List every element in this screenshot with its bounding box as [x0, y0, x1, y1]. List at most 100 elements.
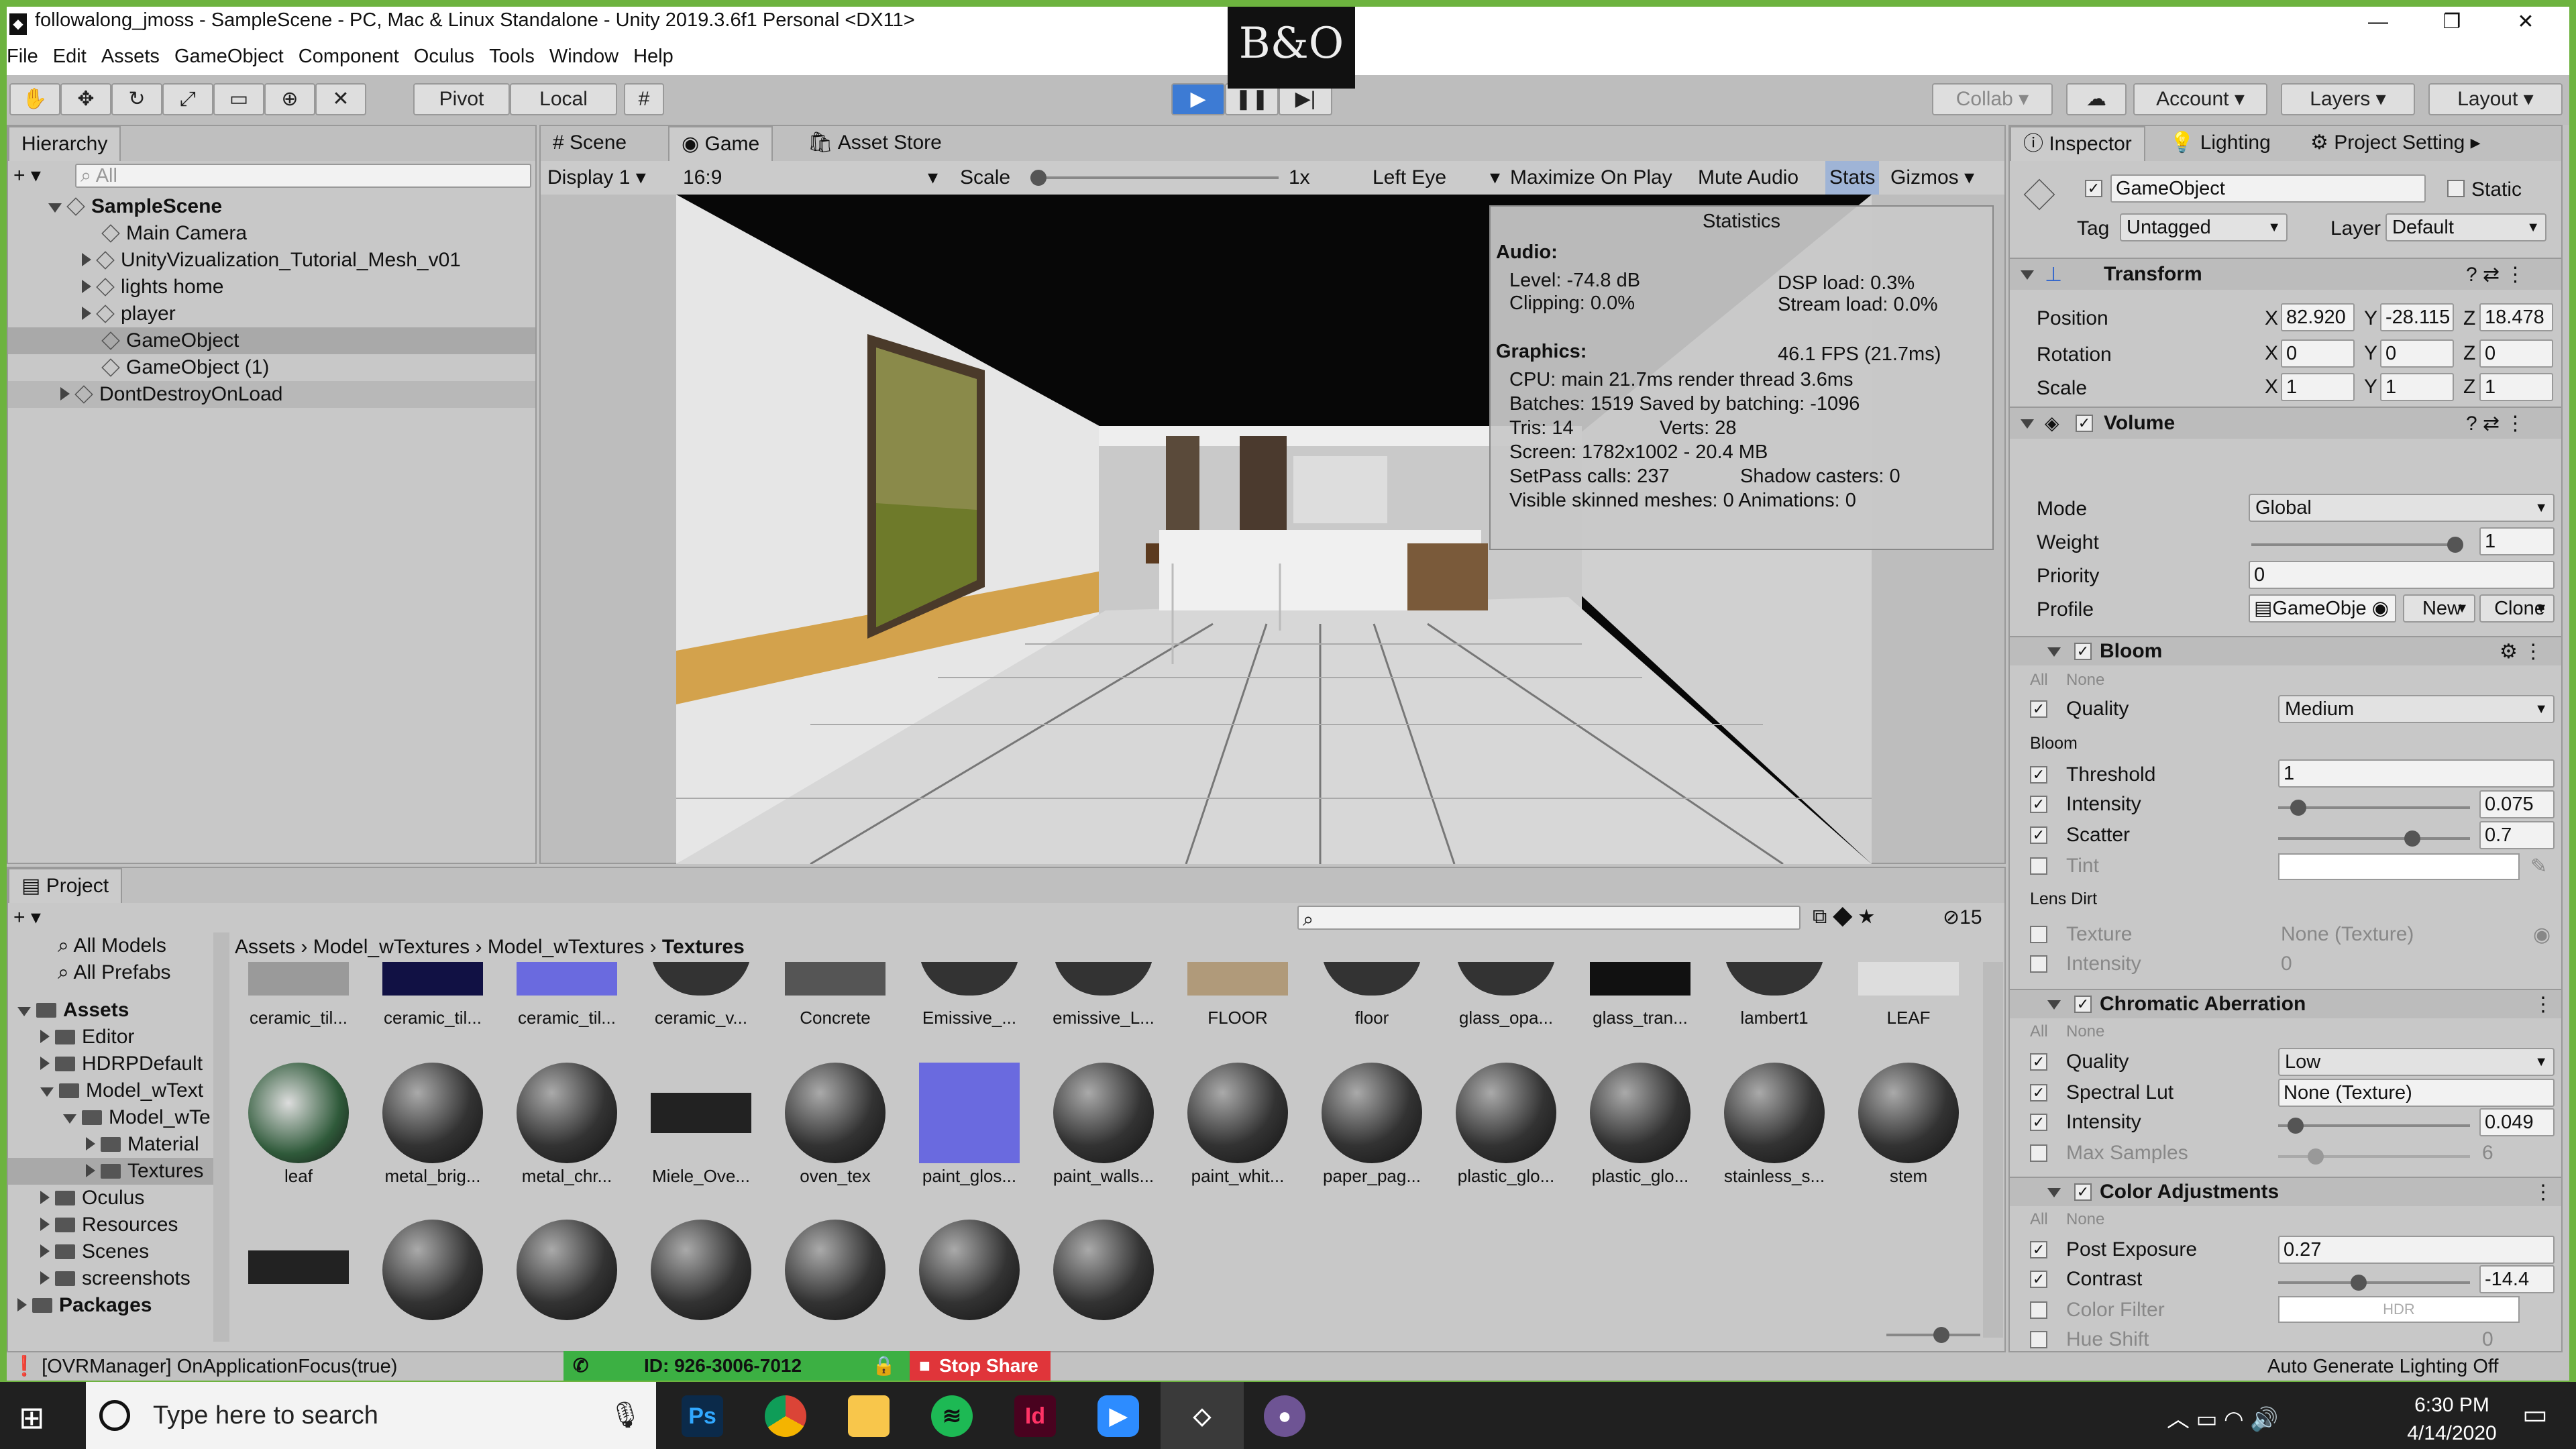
chromatic-intensity-knob[interactable]: [2288, 1118, 2304, 1134]
thumbnail-size-slider[interactable]: [1886, 1327, 1980, 1343]
hierarchy-item-selected[interactable]: GameObject: [8, 327, 535, 354]
help-icon[interactable]: ? ⇄ ⋮: [2466, 412, 2526, 435]
max-samples-checkbox[interactable]: [2030, 1144, 2047, 1162]
bloom-header[interactable]: ✓ Bloom ⚙ ⋮: [2010, 636, 2561, 665]
grid-snap-icon[interactable]: #: [624, 83, 664, 115]
collapse-icon[interactable]: [2047, 1188, 2061, 1197]
chromatic-intensity-checkbox[interactable]: ✓: [2030, 1114, 2047, 1131]
tint-color-field[interactable]: [2278, 853, 2520, 880]
scatter-checkbox[interactable]: ✓: [2030, 826, 2047, 844]
expand-icon[interactable]: [48, 203, 62, 213]
chromatic-intensity-field[interactable]: 0.049: [2479, 1108, 2555, 1136]
new-profile-button[interactable]: New: [2403, 594, 2475, 623]
account-dropdown[interactable]: Account ▾: [2133, 83, 2267, 115]
intensity-checkbox[interactable]: ✓: [2030, 796, 2047, 813]
asset-thumbnail[interactable]: [785, 1063, 885, 1163]
asset-thumbnail[interactable]: [1322, 1063, 1422, 1163]
hierarchy-item[interactable]: UnityVizualization_Tutorial_Mesh_v01: [8, 247, 461, 274]
position-y-field[interactable]: -28.115: [2380, 303, 2454, 331]
asset-thumbnail[interactable]: [382, 1220, 483, 1320]
asset-name[interactable]: Emissive_...: [906, 1008, 1033, 1028]
asset-name[interactable]: plastic_glo...: [1442, 1166, 1570, 1187]
tray-icons[interactable]: ︿ ▭ ◠ 🔊: [2167, 1401, 2278, 1434]
cloud-icon[interactable]: ☁: [2066, 83, 2127, 115]
none-toggle[interactable]: None: [2066, 671, 2104, 690]
asset-thumbnail[interactable]: [651, 962, 751, 996]
expand-icon[interactable]: [40, 1244, 50, 1258]
menu-edit[interactable]: Edit: [53, 42, 87, 68]
color-adjust-header[interactable]: ✓ Color Adjustments ⋮: [2010, 1177, 2561, 1206]
tree-item[interactable]: Model_wTe: [8, 1104, 213, 1131]
asset-thumbnail[interactable]: [919, 962, 1020, 996]
asset-name[interactable]: plastic_glo...: [1576, 1166, 1704, 1187]
asset-thumbnail[interactable]: [1187, 1063, 1288, 1163]
asset-thumbnail[interactable]: [382, 1063, 483, 1163]
more-icon[interactable]: ⋮: [2533, 993, 2553, 1016]
asset-name[interactable]: metal_brig...: [369, 1166, 496, 1187]
asset-thumbnail[interactable]: [651, 1220, 751, 1320]
contrast-checkbox[interactable]: ✓: [2030, 1271, 2047, 1288]
rotation-z-field[interactable]: 0: [2479, 339, 2553, 368]
hand-tool-icon[interactable]: ✋: [9, 83, 60, 115]
rotate-tool-icon[interactable]: ↻: [111, 83, 162, 115]
asset-thumbnail[interactable]: [1858, 962, 1959, 996]
scale-slider-knob[interactable]: [1030, 170, 1046, 186]
object-picker-icon[interactable]: ◉: [2533, 923, 2551, 947]
asset-name[interactable]: LEAF: [1845, 1008, 1972, 1028]
tab-lighting[interactable]: 💡 Lighting: [2157, 126, 2283, 161]
asset-thumbnail[interactable]: [248, 1250, 349, 1284]
asset-name[interactable]: lambert1: [1711, 1008, 1838, 1028]
expand-icon[interactable]: [86, 1164, 95, 1177]
all-toggle[interactable]: All: [2030, 1210, 2048, 1229]
expand-icon[interactable]: [86, 1137, 95, 1150]
fav-all-prefabs[interactable]: ⌕ All Prefabs: [8, 959, 171, 986]
asset-name[interactable]: FLOOR: [1174, 1008, 1301, 1028]
asset-thumbnail[interactable]: [1053, 1063, 1154, 1163]
asset-name[interactable]: paint_whit...: [1174, 1166, 1301, 1187]
name-field[interactable]: GameObject: [2110, 174, 2426, 203]
asset-name[interactable]: ceramic_til...: [369, 1008, 496, 1028]
aspect-dropdown[interactable]: 16:9 ▾: [683, 161, 945, 195]
tree-item[interactable]: Resources: [8, 1212, 213, 1238]
menu-gameobject[interactable]: GameObject: [174, 42, 284, 68]
expand-icon[interactable]: [40, 1057, 50, 1070]
thumbnail-size-knob[interactable]: [1933, 1327, 1949, 1343]
collapse-icon[interactable]: [2047, 1000, 2061, 1010]
rect-tool-icon[interactable]: ▭: [213, 83, 264, 115]
tab-scene[interactable]: # Scene: [541, 126, 639, 161]
photoshop-icon[interactable]: Ps: [682, 1395, 723, 1437]
dontdestroy-row[interactable]: DontDestroyOnLoad: [8, 381, 535, 408]
position-z-field[interactable]: 18.478: [2479, 303, 2553, 331]
static-checkbox[interactable]: [2447, 180, 2465, 197]
tab-project[interactable]: ▤ Project: [8, 868, 123, 903]
asset-name[interactable]: emissive_L...: [1040, 1008, 1167, 1028]
expand-icon[interactable]: [82, 307, 91, 320]
threshold-checkbox[interactable]: ✓: [2030, 766, 2047, 784]
scale-slider[interactable]: [1030, 170, 1279, 186]
scene-row[interactable]: SampleScene: [8, 193, 535, 220]
quality-checkbox[interactable]: ✓: [2030, 700, 2047, 718]
chromatic-quality-dropdown[interactable]: Low: [2278, 1048, 2555, 1076]
bloom-intensity-slider[interactable]: [2278, 800, 2470, 816]
asset-thumbnail[interactable]: [1590, 1063, 1690, 1163]
weight-field[interactable]: 1: [2479, 527, 2555, 555]
dirt-intensity-field[interactable]: 0: [2281, 953, 2292, 975]
asset-thumbnail[interactable]: [1590, 962, 1690, 996]
none-toggle[interactable]: None: [2066, 1022, 2104, 1041]
hue-shift-checkbox[interactable]: [2030, 1331, 2047, 1348]
expand-icon[interactable]: [40, 1030, 50, 1043]
scatter-slider[interactable]: [2278, 830, 2470, 847]
tree-item[interactable]: Textures: [8, 1158, 213, 1185]
scale-x-field[interactable]: 1: [2281, 373, 2355, 401]
mute-audio-toggle[interactable]: Mute Audio: [1698, 161, 1799, 195]
crumb-textures[interactable]: Textures: [662, 936, 745, 958]
grid-scrollbar[interactable]: [1983, 962, 2003, 1338]
none-toggle[interactable]: None: [2066, 1210, 2104, 1229]
asset-thumbnail[interactable]: [651, 1093, 751, 1133]
scatter-knob[interactable]: [2404, 830, 2420, 847]
tree-item[interactable]: Material: [8, 1131, 213, 1158]
help-icon[interactable]: ? ⇄ ⋮: [2466, 263, 2526, 286]
status-message[interactable]: ❗ [OVRManager] OnApplicationFocus(true): [12, 1352, 397, 1381]
asset-name[interactable]: metal_chr...: [503, 1166, 631, 1187]
asset-thumbnail[interactable]: [919, 1063, 1020, 1163]
